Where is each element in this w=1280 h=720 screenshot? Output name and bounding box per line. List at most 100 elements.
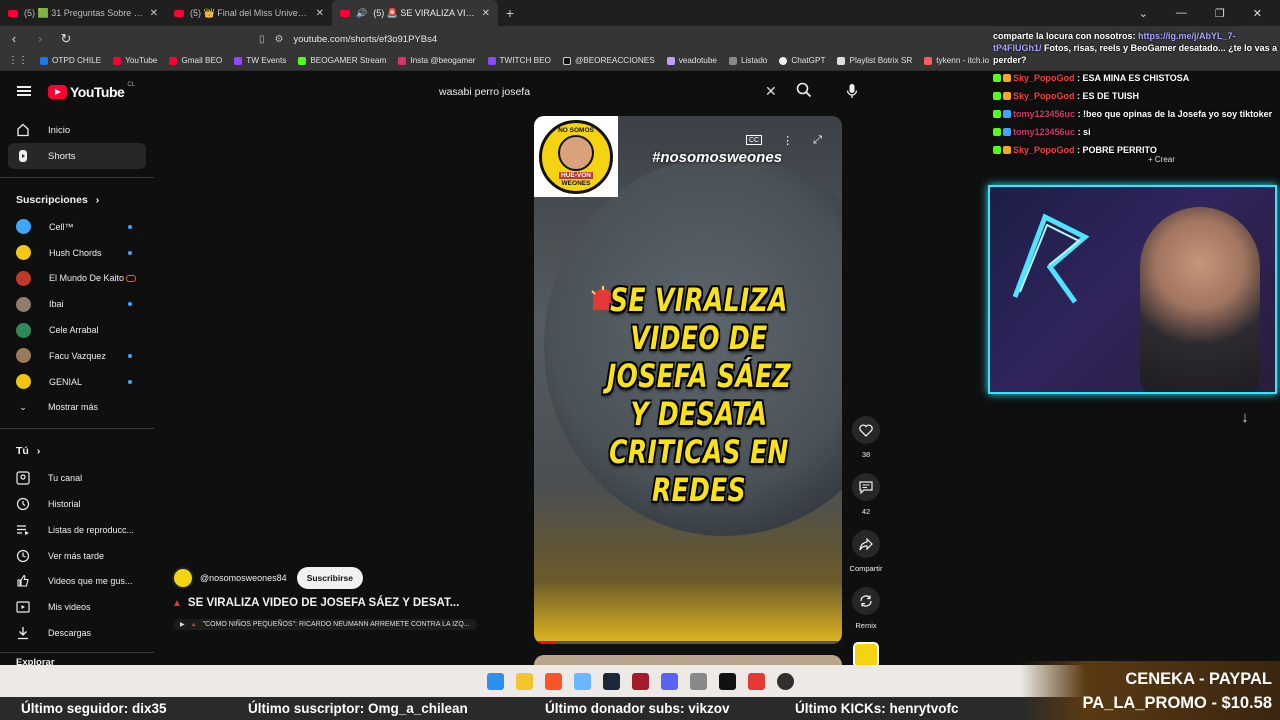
related-video-chip[interactable]: ▶ ▲ "COMO NIÑOS PEQUEÑOS": RICARDO NEUMA… <box>174 619 476 630</box>
bookmark-item[interactable]: Playlist Botrix SR <box>837 56 912 65</box>
obs-icon[interactable] <box>776 672 794 690</box>
bookmark-item[interactable]: TW Events <box>234 56 286 65</box>
short-title[interactable]: ▲ SE VIRALIZA VIDEO DE JOSEFA SÁEZ Y DES… <box>172 597 459 609</box>
sidebar-item-listas[interactable]: Listas de reproducc... <box>0 517 154 543</box>
channel-avatar-action[interactable] <box>846 640 886 668</box>
sidebar-item-label: Descargas <box>48 628 92 639</box>
subscribe-button[interactable]: Suscribirse <box>296 567 363 589</box>
sidebar-item-subscription[interactable]: Ibai <box>0 291 154 317</box>
steam-icon[interactable] <box>602 672 620 690</box>
bookmark-item[interactable]: ChatGPT <box>779 56 825 65</box>
show-more-button[interactable]: ⌄ Mostrar más <box>0 395 154 421</box>
sidebar-item-subscription[interactable]: Facu Vazquez <box>0 343 154 369</box>
app-icon[interactable] <box>573 672 591 690</box>
country-code: CL <box>127 82 135 88</box>
bookmark-label: Listado <box>740 56 768 65</box>
sidebar-item-inicio[interactable]: Inicio <box>0 117 154 143</box>
bookmark-item[interactable]: Gmail BEO <box>169 56 222 65</box>
bookmark-item[interactable]: Insta @beogamer <box>398 56 476 65</box>
subscriptions-header[interactable]: Suscripciones › <box>0 186 154 214</box>
search-query[interactable]: wasabi perro josefa <box>439 86 530 98</box>
sidebar-item-ver-mas-tarde[interactable]: Ver más tarde <box>0 543 154 569</box>
scroll-down-icon[interactable]: ↓ <box>1231 403 1259 431</box>
close-icon[interactable]: ✕ <box>316 8 324 19</box>
site-info-icon[interactable]: ⚙ <box>275 34 284 45</box>
channel-handle[interactable]: @nosomosweones84 <box>200 573 287 583</box>
like-action[interactable]: 38 <box>846 416 886 459</box>
you-header[interactable]: Tú › <box>0 437 154 465</box>
apps-icon[interactable]: ⋮⋮ <box>8 55 28 66</box>
search-input[interactable]: wasabi perro josefa <box>429 79 789 105</box>
menu-icon[interactable] <box>17 86 31 96</box>
sidebar-item-subscription[interactable]: El Mundo De Kaito <box>0 266 154 292</box>
video-progress-bar[interactable] <box>534 641 842 644</box>
bookmark-item[interactable]: BEOGAMER Stream <box>298 56 386 65</box>
shorts-player[interactable]: NO SOMOS HUE-VON WEONES CC ⋮ ⤢ #nosomosw… <box>534 116 842 644</box>
app2-icon[interactable] <box>689 672 707 690</box>
bookmark-item[interactable]: OTPD CHILE <box>40 56 101 65</box>
fullscreen-icon[interactable]: ⤢ <box>813 134 822 147</box>
tab-search-icon[interactable]: ⌄ <box>1139 7 1148 20</box>
url-field[interactable]: ▯ ⚙ youtube.com/shorts/ef3o91PYBs4 <box>259 30 975 48</box>
folder-icon[interactable] <box>515 672 533 690</box>
avatar[interactable] <box>172 567 194 589</box>
reload-icon[interactable]: ↻ <box>60 31 72 47</box>
sidebar-item-subscription[interactable]: Cell™ <box>0 214 154 240</box>
avatar <box>16 348 31 364</box>
capcut-icon[interactable] <box>718 672 736 690</box>
search-icon[interactable] <box>796 82 812 103</box>
sidebar-item-subscription[interactable]: Cele Arrabal <box>0 317 154 343</box>
close-icon[interactable]: ✕ <box>150 8 158 19</box>
minimize-icon[interactable]: — <box>1176 7 1187 20</box>
sidebar-item-tu-canal[interactable]: Tu canal <box>0 465 154 491</box>
sidebar-item-historial[interactable]: Historial <box>0 491 154 517</box>
brave-icon[interactable] <box>544 672 562 690</box>
remix-button[interactable] <box>852 587 880 615</box>
bookmark-item[interactable]: tykenn - itch.io <box>924 56 989 65</box>
comment-action[interactable]: 42 <box>846 473 886 516</box>
back-icon[interactable]: ‹ <box>8 31 20 46</box>
sidebar-item-subscription[interactable]: Hush Chords <box>0 240 154 266</box>
like-button[interactable] <box>852 416 880 444</box>
youtube-logo[interactable]: YouTube CL <box>48 82 135 100</box>
share-action[interactable]: Compartir <box>846 530 886 573</box>
browser-tab[interactable]: (5) 👑 Final del Miss Universo Chile 2 ✕ <box>166 0 332 26</box>
sidebar-item-subscription[interactable]: GENIAL <box>0 369 154 395</box>
discord-icon[interactable] <box>660 672 678 690</box>
channel-badge-logo: NO SOMOS HUE-VON WEONES <box>534 116 618 197</box>
clear-search-icon[interactable]: ✕ <box>765 83 777 100</box>
bookmark-item[interactable]: TWITCH BEO <box>487 56 551 65</box>
windows-icon[interactable] <box>486 672 504 690</box>
bookmark-item[interactable]: Listado <box>728 56 768 65</box>
comment-button[interactable] <box>852 473 880 501</box>
video-icon <box>16 600 30 614</box>
chat-message: Sky_PopoGod : ES DE TUISH <box>993 90 1280 102</box>
sidebar-item-mis-videos[interactable]: Mis videos <box>0 594 154 620</box>
close-icon[interactable]: ✕ <box>482 8 490 19</box>
url-text[interactable]: youtube.com/shorts/ef3o91PYBs4 <box>293 34 437 45</box>
browser-tab-active[interactable]: 🔊 (5) 🚨 SE VIRALIZA VIDEO DE ✕ <box>332 0 498 26</box>
maximize-icon[interactable]: ❐ <box>1215 7 1225 20</box>
chat-message: comparte la locura con nosotros: https:/… <box>993 30 1280 66</box>
bookmark-icon[interactable]: ▯ <box>259 34 265 45</box>
speaker-icon[interactable]: 🔊 <box>356 8 367 19</box>
valorant-icon[interactable] <box>631 672 649 690</box>
browser-tab[interactable]: (5) 🟩 31 Preguntas Sobre las "AVES" ✕ <box>0 0 166 26</box>
captions-icon[interactable]: CC <box>746 135 763 145</box>
sidebar-item-descargas[interactable]: Descargas <box>0 620 154 646</box>
close-window-icon[interactable]: ✕ <box>1253 7 1262 20</box>
microphone-icon[interactable] <box>846 83 858 104</box>
bookmark-item[interactable]: YouTube <box>113 56 157 65</box>
remix-action[interactable]: Remix <box>846 587 886 630</box>
section-title: Tú <box>16 445 29 458</box>
sidebar-item-videos-que-me-gustan[interactable]: Videos que me gus... <box>0 569 154 595</box>
new-tab-icon[interactable]: + <box>498 5 522 21</box>
forward-icon[interactable]: › <box>34 31 46 46</box>
more-options-icon[interactable]: ⋮ <box>782 134 793 147</box>
sidebar-item-shorts[interactable]: Shorts <box>8 143 146 169</box>
bookmark-item[interactable]: veadotube <box>666 56 717 65</box>
bookmark-item[interactable]: @BEOREACCIONES <box>562 56 655 65</box>
itchio-icon <box>924 56 933 65</box>
share-button[interactable] <box>852 530 880 558</box>
record-icon[interactable] <box>747 672 765 690</box>
